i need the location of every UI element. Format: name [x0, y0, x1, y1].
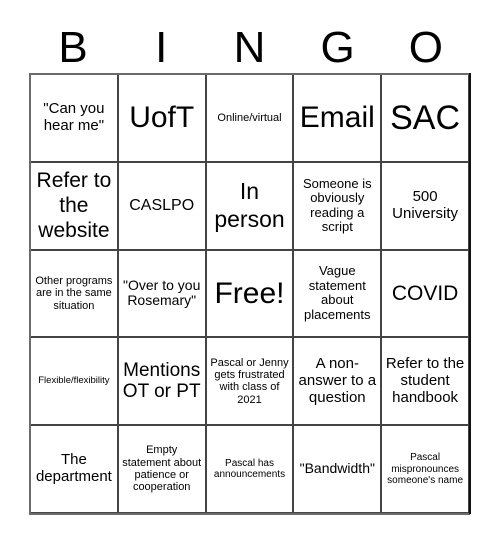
bingo-cell[interactable]: "Can you hear me"	[31, 75, 119, 163]
cell-text: "Can you hear me"	[43, 100, 105, 134]
bingo-cell[interactable]: Pascal has announcements	[206, 426, 295, 514]
bingo-cell[interactable]: Someone is obviously reading a script	[294, 162, 383, 251]
header-letter-i: I	[155, 23, 168, 72]
bingo-header: B I N G O	[29, 22, 470, 74]
bingo-cell[interactable]: Email	[294, 75, 383, 163]
cell-text: Other programs are in the same situation	[35, 275, 113, 312]
cell-text: Flexible/flexibility	[38, 374, 110, 386]
bingo-cell[interactable]: 500 University	[382, 162, 470, 251]
cell-text: Online/virtual	[217, 111, 282, 124]
cell-text: Pascal mispronounces someone's name	[387, 452, 464, 486]
bingo-cell[interactable]: In person	[206, 162, 295, 251]
cell-text: COVID	[391, 281, 459, 305]
cell-text: Refer to the website	[36, 168, 112, 243]
bingo-cell[interactable]: Online/virtual	[206, 75, 295, 163]
cell-text: 500 University	[392, 187, 459, 222]
bingo-cell[interactable]: Pascal or Jenny gets frustrated with cla…	[206, 338, 295, 427]
cell-text: Pascal or Jenny gets frustrated with cla…	[210, 356, 289, 406]
header-letter-g: G	[320, 23, 355, 72]
bingo-cell[interactable]: Refer to the website	[31, 162, 119, 251]
bingo-cell[interactable]: Other programs are in the same situation	[31, 250, 119, 339]
cell-text: Email	[299, 101, 375, 135]
header-letter-n: N	[233, 23, 266, 72]
cell-text: Empty statement about patience or cooper…	[122, 444, 202, 494]
free-space-text: Free!	[214, 276, 285, 310]
cell-text: CASLPO	[129, 196, 195, 214]
bingo-cell[interactable]: COVID	[382, 250, 470, 339]
bingo-cell[interactable]: A non-answer to a question	[294, 338, 383, 427]
cell-text: "Bandwidth"	[299, 460, 375, 477]
cell-text: Vague statement about placements	[304, 263, 371, 323]
bingo-board: "Can you hear me" UofT Online/virtual Em…	[29, 73, 471, 515]
bingo-cell[interactable]: Pascal mispronounces someone's name	[382, 426, 470, 514]
bingo-cell[interactable]: "Bandwidth"	[294, 426, 383, 514]
bingo-cell[interactable]: Refer to the student handbook	[382, 338, 470, 427]
cell-text: Refer to the student handbook	[385, 355, 465, 406]
cell-text: Someone is obviously reading a script	[302, 175, 372, 235]
free-space-cell[interactable]: Free!	[206, 250, 295, 339]
bingo-cell[interactable]: SAC	[382, 75, 470, 163]
cell-text: "Over to you Rosemary"	[123, 276, 201, 309]
bingo-cell[interactable]: Empty statement about patience or cooper…	[118, 426, 207, 514]
bingo-cell[interactable]: Mentions OT or PT	[118, 338, 207, 427]
bingo-cell[interactable]: CASLPO	[118, 162, 207, 251]
header-letter-o: O	[408, 23, 443, 72]
cell-text: Mentions OT or PT	[122, 360, 201, 403]
bingo-cell[interactable]: Vague statement about placements	[294, 250, 383, 339]
cell-text: In person	[214, 178, 285, 232]
header-letter-b: B	[58, 23, 88, 72]
cell-text: Pascal has announcements	[213, 457, 286, 481]
cell-text: UofT	[129, 101, 195, 135]
bingo-cell[interactable]: "Over to you Rosemary"	[118, 250, 207, 339]
bingo-cell[interactable]: The department	[31, 426, 119, 514]
cell-text: The department	[35, 451, 112, 486]
bingo-cell[interactable]: Flexible/flexibility	[31, 338, 119, 427]
cell-text: SAC	[390, 98, 461, 137]
bingo-cell[interactable]: UofT	[118, 75, 207, 163]
cell-text: A non-answer to a question	[298, 355, 377, 406]
